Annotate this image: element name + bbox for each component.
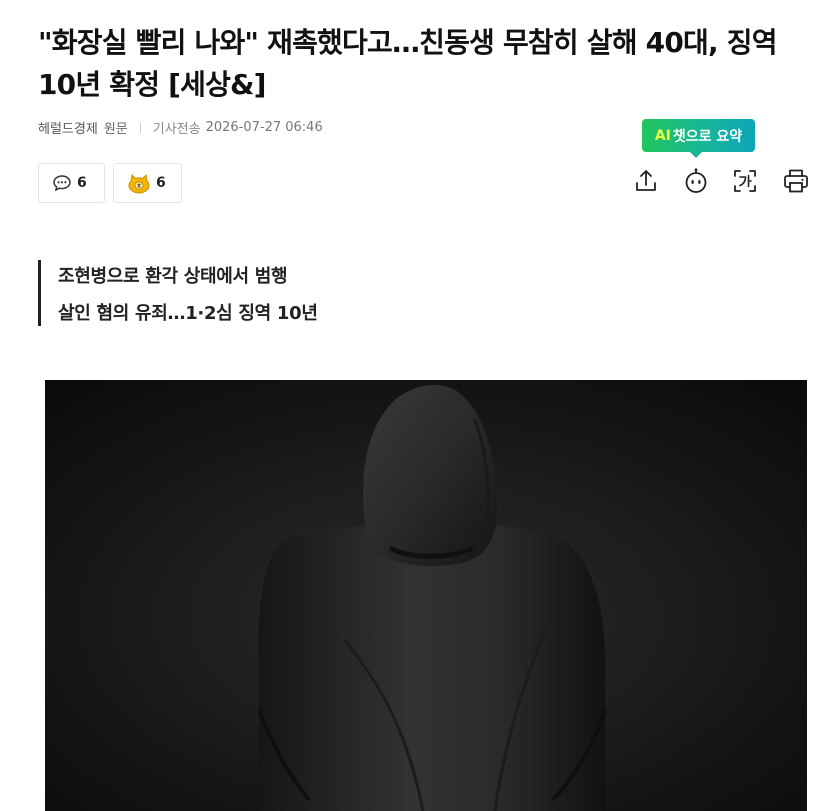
ai-summary-button[interactable]: AI 챗으로 요약 <box>642 119 755 158</box>
print-icon[interactable] <box>782 167 810 195</box>
comment-bubble-icon <box>51 172 73 194</box>
lead-line-1: 조현병으로 환각 상태에서 범행 <box>58 266 288 287</box>
comment-button[interactable]: 6 <box>38 163 105 203</box>
source-name[interactable]: 헤럴드경제 <box>38 118 98 137</box>
share-icon[interactable] <box>632 167 660 195</box>
meta-divider <box>139 122 141 133</box>
ai-summary-label: 챗으로 요약 <box>672 128 743 145</box>
like-count: 6 <box>156 175 166 191</box>
publish-date: 2026-07-27 06:46 <box>205 120 323 135</box>
like-button[interactable]: 6 <box>113 163 182 203</box>
article-meta: 헤럴드경제 원문 기사전송 2026-07-27 06:46 <box>38 118 323 137</box>
lead-line-2: 살인 혐의 유죄…1·2심 징역 10년 <box>58 303 318 324</box>
date-label: 기사전송 <box>152 122 201 137</box>
ai-label: AI <box>654 127 671 144</box>
article-lead: 조현병으로 환각 상태에서 범행 살인 혐의 유죄…1·2심 징역 10년 <box>38 260 318 326</box>
source-link[interactable]: 원문 <box>104 118 128 137</box>
coin-badge-icon <box>126 171 152 195</box>
article-photo <box>45 380 807 811</box>
ai-robot-icon[interactable] <box>682 167 710 195</box>
font-size-icon[interactable] <box>731 167 759 195</box>
comment-count: 6 <box>77 175 87 191</box>
article-title: "화장실 빨리 나와" 재촉했다고…친동생 무참히 살해 40대, 징역 10년… <box>38 26 778 101</box>
